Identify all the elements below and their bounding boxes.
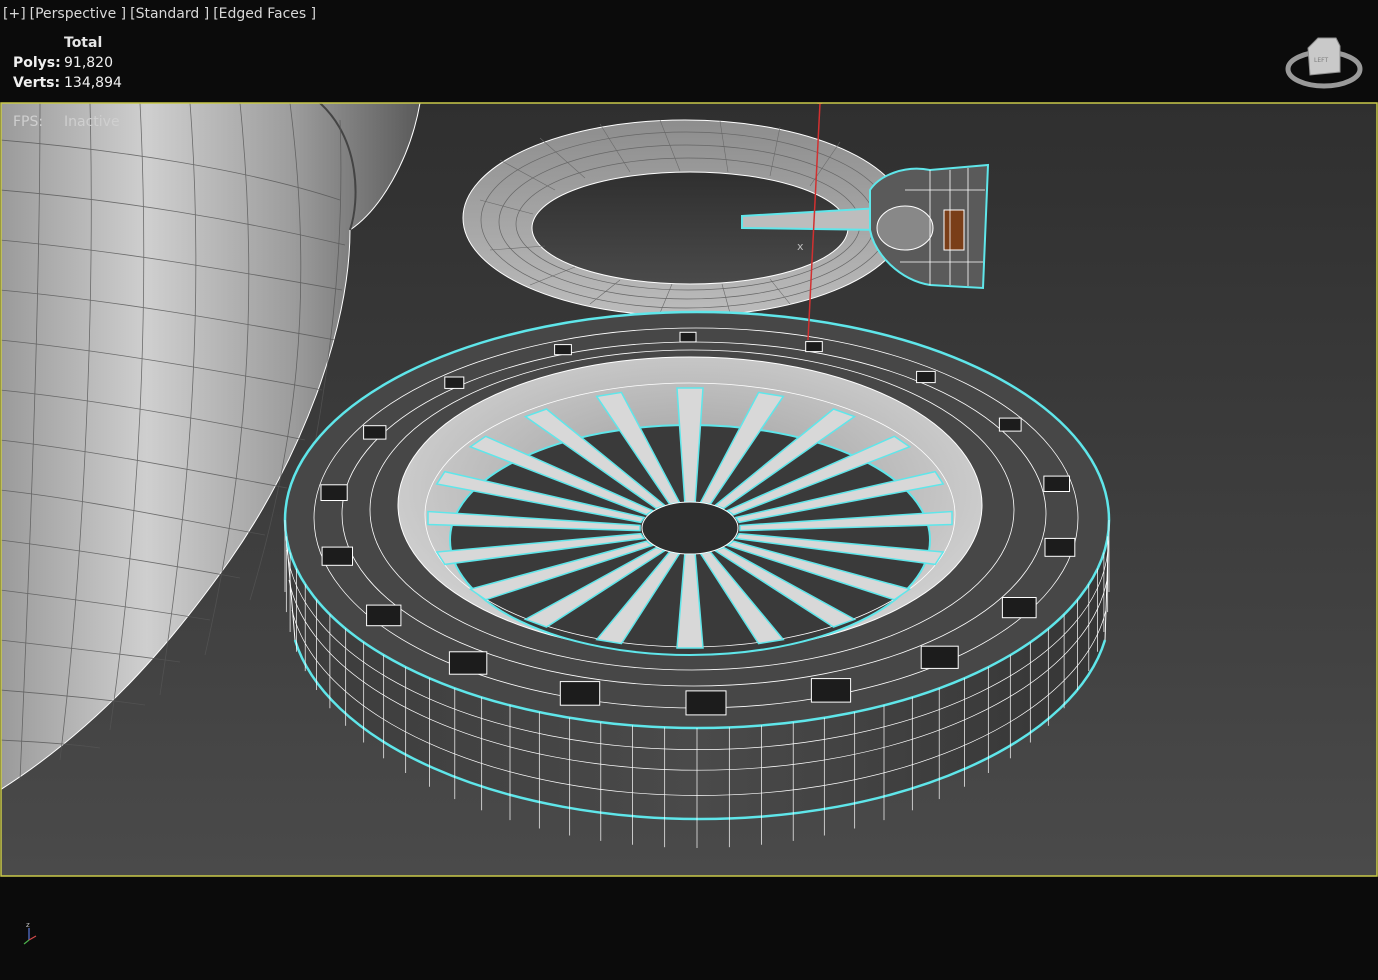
stats-header: Total: [64, 35, 103, 51]
viewcube-face-label: LEFT: [1314, 57, 1328, 64]
scene-canvas: z x LEFT z: [0, 37, 1378, 945]
verts-value: 134,894: [64, 75, 122, 91]
ring-hole: [805, 341, 823, 353]
ring-hole: [685, 690, 727, 716]
viewport-edges-menu[interactable]: [Edged Faces ]: [213, 6, 316, 22]
ring-hole: [916, 370, 936, 384]
viewport-shading-menu[interactable]: [Standard ]: [130, 6, 209, 22]
ring-hole: [366, 604, 402, 627]
verts-label: Verts:: [13, 75, 61, 91]
ring-hole: [448, 651, 488, 675]
ring-hole: [920, 645, 959, 669]
ring-hole: [1001, 597, 1037, 619]
ring-hole: [321, 546, 354, 566]
ring-hole: [559, 681, 601, 706]
fps-value: Inactive: [64, 114, 120, 130]
fps-readout: FPS: Inactive: [13, 114, 120, 130]
ring-hole: [679, 331, 697, 343]
ring-hole: [363, 425, 387, 440]
axis-tripod-icon: z: [23, 921, 37, 945]
polys-label: Polys:: [13, 55, 61, 71]
polys-value: 91,820: [64, 55, 113, 71]
fps-label: FPS:: [13, 114, 44, 130]
ring-hole: [998, 417, 1022, 432]
viewport-view-menu[interactable]: [Perspective ]: [30, 6, 126, 22]
viewcube[interactable]: LEFT: [1285, 37, 1363, 89]
scene-statistics: Total Polys: 91,820 Verts: 134,894: [13, 33, 122, 93]
ring-hole: [320, 484, 348, 501]
ring-hole: [810, 678, 852, 703]
ring-hole: [1043, 475, 1071, 493]
ring-hole: [554, 344, 572, 356]
ring-hole: [1044, 537, 1076, 557]
z-axis-gizmo-label: z: [817, 94, 823, 107]
viewport-plus-menu[interactable]: [+]: [3, 6, 26, 22]
viewport-label-menu: [+] [Perspective ] [Standard ] [Edged Faces…: [3, 6, 320, 22]
x-axis-gizmo-label: x: [797, 240, 804, 253]
ring-hole: [444, 376, 465, 389]
svg-text:z: z: [26, 921, 30, 929]
